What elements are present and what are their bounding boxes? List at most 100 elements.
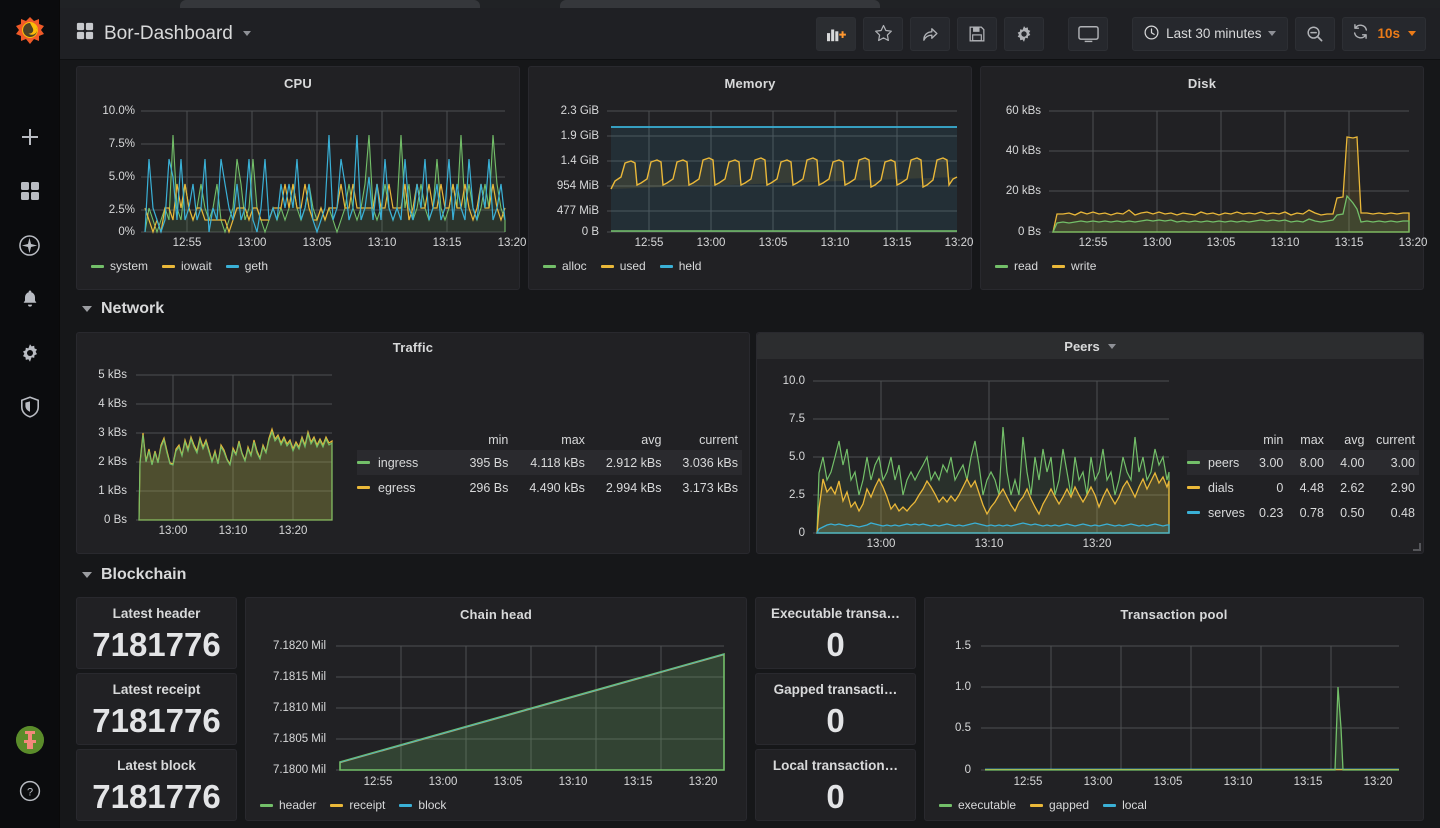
plus-icon[interactable] (15, 122, 45, 152)
chain-head-xtick: 13:20 (688, 776, 718, 788)
help-icon[interactable]: ? (15, 776, 45, 806)
memory-ytick: 2.3 GiB (560, 105, 599, 117)
memory-xtick: 13:10 (820, 237, 850, 249)
cpu-xtick: 13:00 (237, 237, 267, 249)
chain-head-ytick: 7.1805 Mil (272, 733, 326, 745)
legend-item[interactable]: geth (225, 259, 268, 273)
cpu-ytick: 5.0% (108, 171, 135, 183)
legend-item[interactable]: held (659, 259, 701, 273)
browser-tab[interactable] (180, 0, 480, 8)
tx-pool-xtick: 13:05 (1153, 776, 1183, 788)
apps-grid-icon[interactable] (15, 176, 45, 206)
legend-item[interactable]: system (91, 259, 148, 273)
peers-ytick: 2.5 (789, 489, 805, 501)
legend-table-row[interactable]: dials 0 4.48 2.62 2.90 (1187, 475, 1419, 500)
panel-resize-handle[interactable] (1413, 543, 1421, 551)
share-dashboard-button[interactable] (910, 16, 951, 51)
legend-col-current[interactable]: current (665, 433, 742, 450)
legend-col-max[interactable]: max (512, 433, 589, 450)
series-min: 0 (1276, 480, 1284, 495)
grafana-logo-icon[interactable] (12, 14, 48, 50)
browser-tab[interactable] (560, 0, 880, 8)
panel-title-peers: Peers (1064, 338, 1100, 354)
legend-item[interactable]: iowait (162, 259, 212, 273)
legend-table-row[interactable]: peers 3.00 8.00 4.00 3.00 (1187, 450, 1419, 475)
series-name[interactable]: dials (1187, 481, 1247, 495)
stat-value: 7181776 (92, 702, 221, 739)
disk-xtick: 12:55 (1078, 237, 1108, 249)
row-header-network[interactable]: Network (82, 300, 164, 318)
dashboard-canvas: CPU 10.0% 7.5% 5.0% 2.5% 0% 12:55 13:00 … (60, 60, 1440, 828)
legend-col-current[interactable]: current (1368, 433, 1419, 450)
time-range-picker[interactable]: Last 30 minutes (1132, 16, 1289, 51)
shield-icon[interactable] (15, 392, 45, 422)
legend-table-row[interactable]: egress 296 Bs 4.490 kBs 2.994 kBs 3.173 … (357, 475, 742, 500)
disk-xtick: 13:10 (1270, 237, 1300, 249)
legend-item[interactable]: write (1052, 259, 1096, 273)
tx-pool-ytick: 0 (964, 764, 971, 776)
legend-label: iowait (181, 259, 212, 273)
sidebar: ? (0, 0, 60, 828)
legend-item[interactable]: alloc (543, 259, 587, 273)
legend-table-row[interactable]: serves 0.23 0.78 0.50 0.48 (1187, 500, 1419, 525)
panel-header-peers[interactable]: Peers (757, 333, 1423, 359)
series-label: peers (1208, 455, 1240, 470)
legend-swatch (1103, 803, 1117, 807)
tx-pool-ytick: 0.5 (955, 722, 971, 734)
refresh-icon[interactable] (1352, 23, 1369, 45)
legend-item[interactable]: receipt (330, 798, 385, 812)
legend-label: write (1071, 259, 1097, 273)
chain-head-xtick: 13:00 (428, 776, 458, 788)
tv-mode-button[interactable] (1068, 16, 1109, 51)
peers-legend-table: min max avg current peers 3.00 8.00 4.00… (1187, 433, 1419, 525)
legend-col-avg[interactable]: avg (1328, 433, 1369, 450)
legend-swatch (357, 461, 370, 464)
legend-swatch (1187, 486, 1200, 489)
add-panel-button[interactable] (816, 16, 857, 51)
legend-swatch (1052, 264, 1066, 268)
series-name[interactable]: serves (1187, 506, 1247, 520)
transaction-pool-graph[interactable] (925, 598, 1425, 822)
cpu-graph[interactable] (77, 67, 521, 291)
chevron-down-icon (82, 572, 92, 578)
legend-item[interactable]: used (600, 259, 646, 273)
gear-icon[interactable] (15, 338, 45, 368)
mark-favorite-button[interactable] (863, 16, 904, 51)
cpu-xtick: 13:15 (432, 237, 462, 249)
legend-col-min[interactable]: min (436, 433, 513, 450)
panel-transaction-pool: Transaction pool 1.5 1.0 0.5 0 12:55 13:… (924, 597, 1424, 821)
avatar[interactable] (15, 726, 44, 754)
legend-table-row[interactable]: ingress 395 Bs 4.118 kBs 2.912 kBs 3.036… (357, 450, 742, 475)
chain-head-ytick: 7.1820 Mil (272, 640, 326, 652)
legend-item[interactable]: header (260, 798, 316, 812)
bell-icon[interactable] (15, 284, 45, 314)
legend-item[interactable]: read (995, 259, 1038, 273)
series-name[interactable]: ingress (357, 456, 436, 470)
memory-graph[interactable] (529, 67, 973, 291)
row-title: Blockchain (101, 566, 187, 583)
dashboard-settings-button[interactable] (1004, 16, 1045, 51)
legend-label: header (279, 798, 317, 812)
traffic-ytick: 0 Bs (103, 514, 127, 526)
chevron-down-icon (1408, 31, 1416, 36)
disk-graph[interactable] (981, 67, 1425, 291)
row-header-blockchain[interactable]: Blockchain (82, 566, 186, 584)
compass-icon[interactable] (15, 230, 45, 260)
legend-item[interactable]: local (1103, 798, 1147, 812)
legend-col-min[interactable]: min (1247, 433, 1288, 450)
legend-col-max[interactable]: max (1287, 433, 1328, 450)
legend-col-avg[interactable]: avg (589, 433, 666, 450)
legend-item[interactable]: block (399, 798, 446, 812)
refresh-picker[interactable]: 10s (1342, 16, 1426, 51)
legend-label: receipt (349, 798, 386, 812)
save-dashboard-button[interactable] (957, 16, 998, 51)
dashboard-title-dropdown[interactable]: Bor-Dashboard (76, 22, 251, 45)
series-name[interactable]: peers (1187, 456, 1247, 470)
legend-label: read (1014, 259, 1039, 273)
legend-item[interactable]: executable (939, 798, 1016, 812)
series-name[interactable]: egress (357, 481, 436, 495)
memory-xtick: 13:15 (882, 237, 912, 249)
zoom-out-time-button[interactable] (1295, 16, 1336, 51)
legend-item[interactable]: gapped (1030, 798, 1089, 812)
chevron-down-icon[interactable] (1107, 343, 1116, 349)
